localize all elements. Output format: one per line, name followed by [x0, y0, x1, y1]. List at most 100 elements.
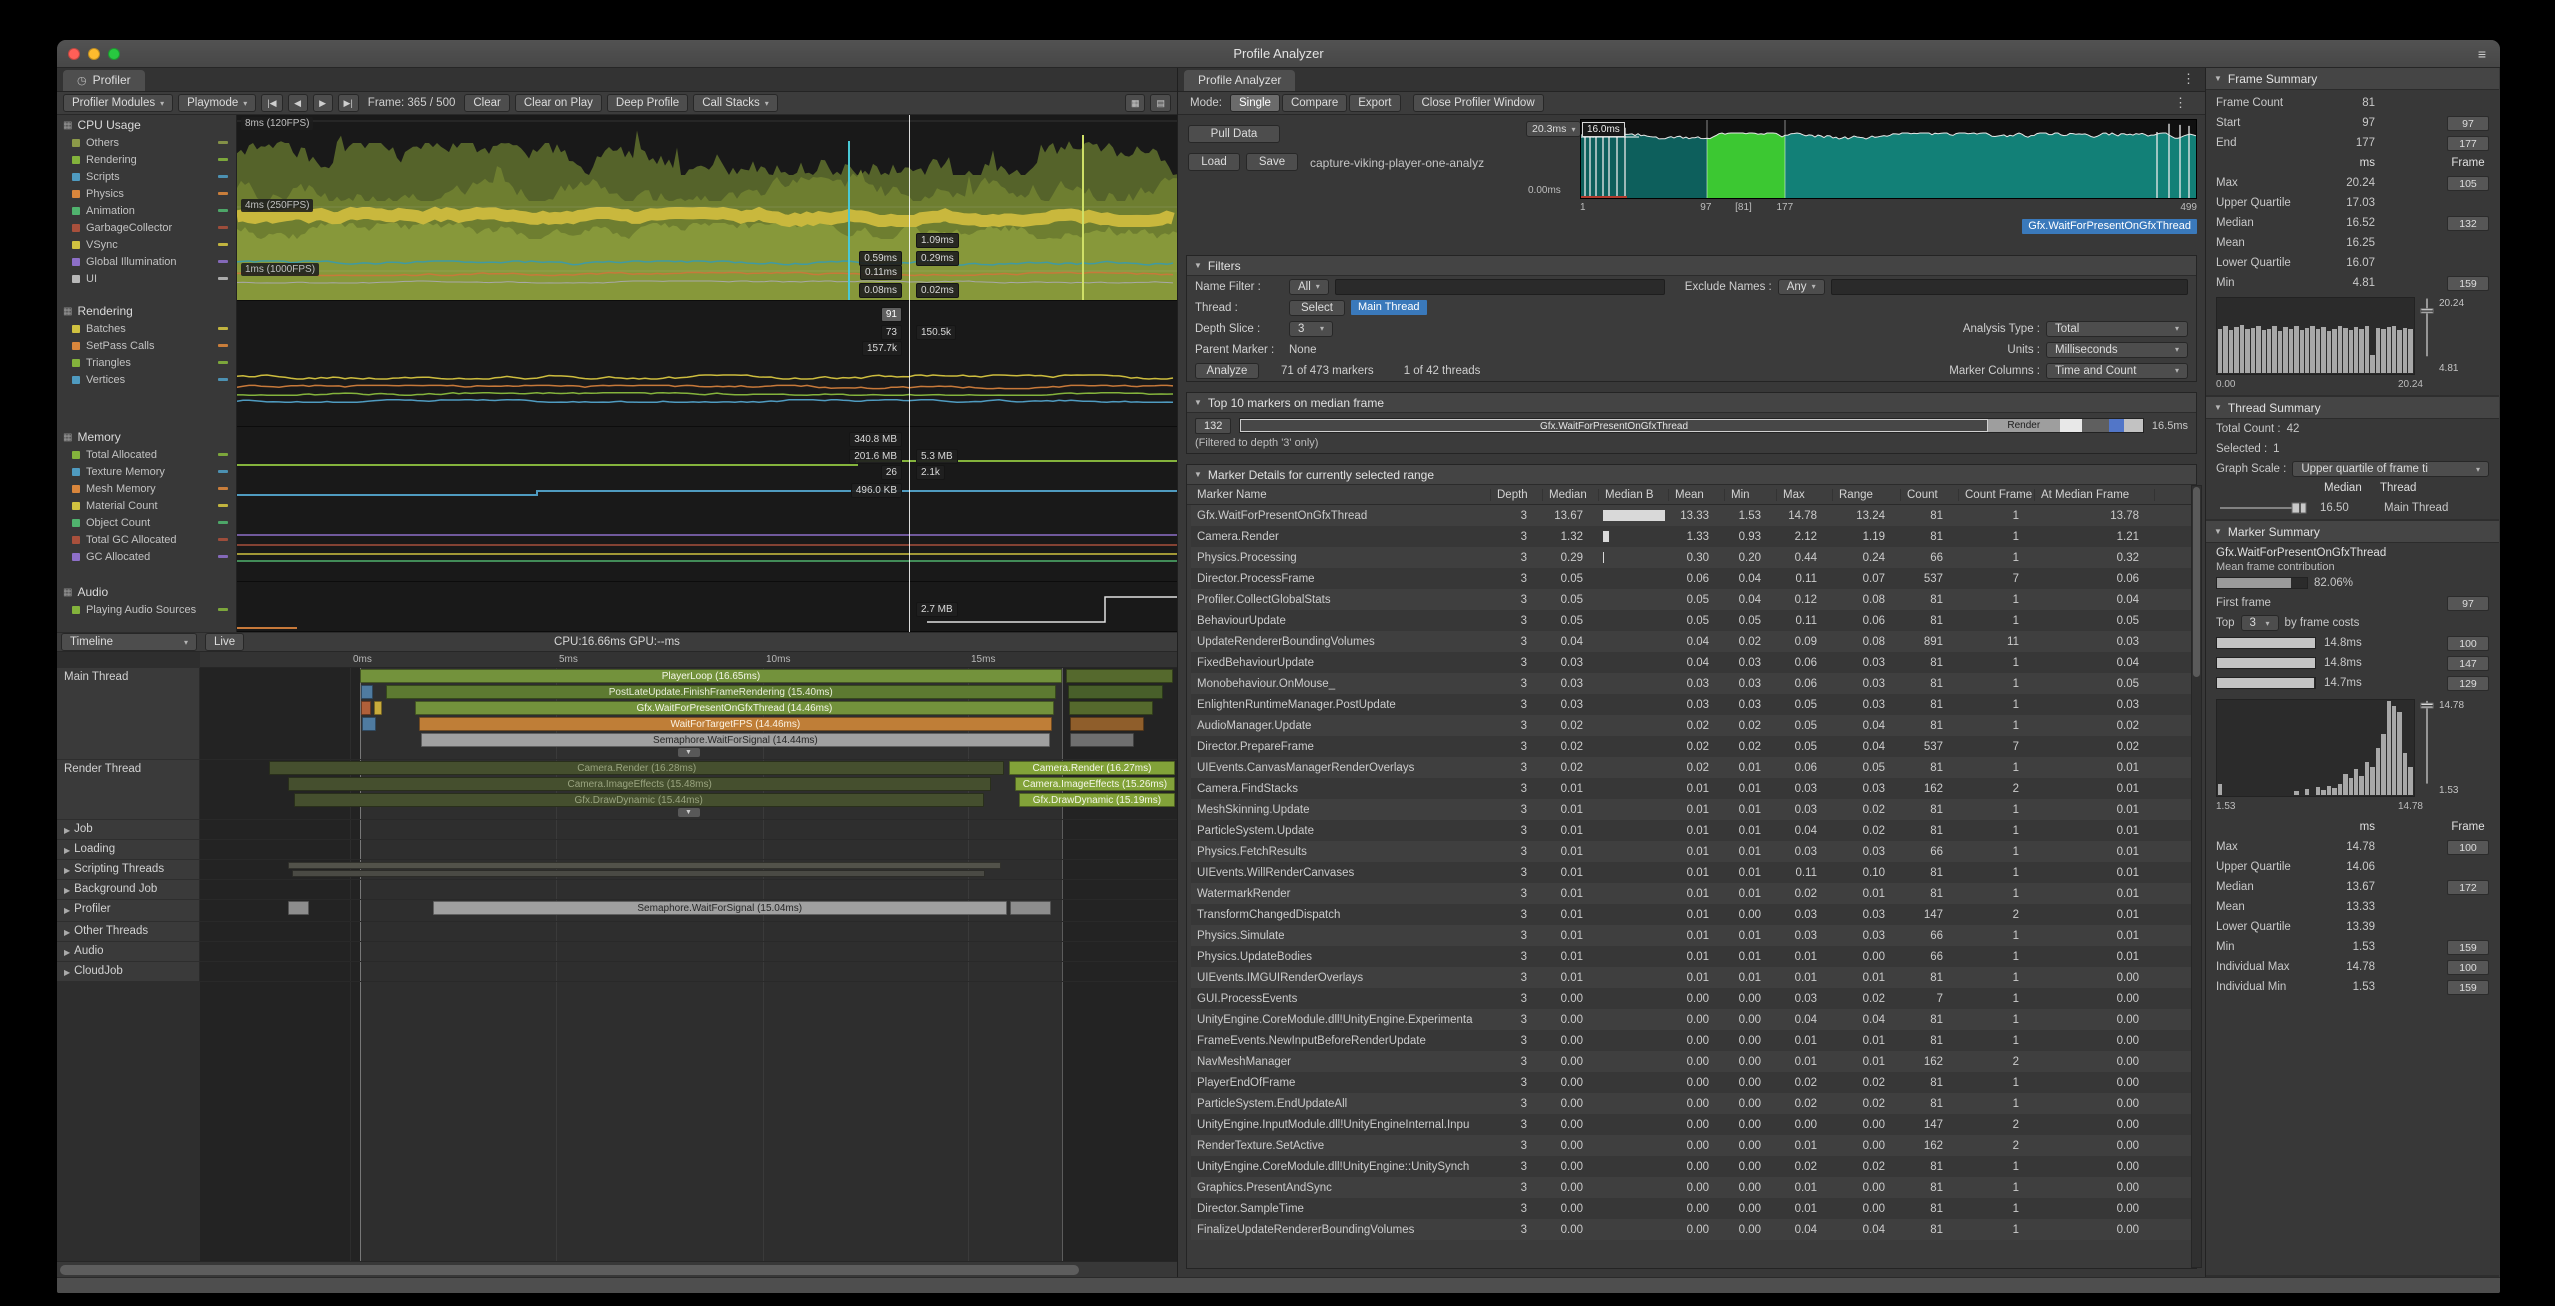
timeline-span[interactable]	[1066, 669, 1173, 683]
table-row[interactable]: PlayerEndOfFrame30.000.000.000.020.02811…	[1191, 1072, 2196, 1093]
clear-button[interactable]: Clear	[464, 94, 509, 112]
thread-name-scripting-threads[interactable]: ▶Scripting Threads	[57, 860, 200, 880]
playmode-dropdown[interactable]: Playmode ▾	[178, 94, 256, 112]
table-row[interactable]: NavMeshManager30.000.000.000.010.0116220…	[1191, 1051, 2196, 1072]
table-row[interactable]: TransformChangedDispatch30.010.010.000.0…	[1191, 904, 2196, 925]
legend-item-scripts[interactable]: Scripts	[57, 168, 236, 185]
legend-item-gc-allocated[interactable]: GC Allocated	[57, 548, 236, 565]
column-header-range[interactable]: Range	[1833, 489, 1901, 501]
legend-item-animation[interactable]: Animation	[57, 202, 236, 219]
legend-item-total-gc-allocated[interactable]: Total GC Allocated	[57, 531, 236, 548]
timeline-area[interactable]: 0ms5ms10ms15msMain ThreadPlayerLoop (16.…	[57, 652, 1177, 1261]
table-row[interactable]: UpdateRendererBoundingVolumes30.040.040.…	[1191, 631, 2196, 652]
top-marker-segment[interactable]	[2124, 419, 2143, 432]
column-header-at-median-frame[interactable]: At Median Frame	[2035, 489, 2155, 501]
thread-select-button[interactable]: Select	[1289, 300, 1345, 316]
top-marker-segment[interactable]	[2109, 419, 2124, 432]
thread-row[interactable]: 16.50 Main Thread	[2206, 497, 2499, 519]
legend-item-total-allocated[interactable]: Total Allocated	[57, 446, 236, 463]
column-header-median-b[interactable]: Median B	[1599, 489, 1669, 501]
legend-item-vsync[interactable]: VSync	[57, 236, 236, 253]
profiler-charts[interactable]: 8ms (120FPS)4ms (250FPS)1ms (1000FPS)1.0…	[237, 115, 1177, 632]
marker-columns-dropdown[interactable]: Time and Count ▾	[2046, 363, 2188, 379]
frame-jump-button[interactable]: 129	[2447, 676, 2489, 691]
table-row[interactable]: MeshSkinning.Update30.010.010.010.030.02…	[1191, 799, 2196, 820]
frame-jump-button[interactable]: 105	[2447, 176, 2489, 191]
deep-profile-toggle[interactable]: Deep Profile	[607, 94, 688, 112]
tab-profile-analyzer[interactable]: Profile Analyzer	[1184, 70, 1295, 91]
timeline-span[interactable]	[1010, 901, 1051, 915]
column-header-count[interactable]: Count	[1901, 489, 1959, 501]
mode-compare-button[interactable]: Compare	[1282, 94, 1347, 112]
vscrollbar-thumb[interactable]	[2193, 487, 2200, 677]
prev-frame-icon[interactable]: ◀	[288, 94, 308, 112]
close-profiler-window-button[interactable]: Close Profiler Window	[1413, 94, 1544, 112]
table-row[interactable]: Director.PrepareFrame30.020.020.020.050.…	[1191, 736, 2196, 757]
timeline-span[interactable]	[1068, 685, 1164, 699]
close-button[interactable]	[68, 48, 80, 60]
thread-name-background-job[interactable]: ▶Background Job	[57, 880, 200, 900]
clear-on-play-toggle[interactable]: Clear on Play	[515, 94, 602, 112]
frame-jump-button[interactable]: 97	[2447, 596, 2489, 611]
first-frame-icon[interactable]: |◀	[261, 94, 282, 112]
pull-data-button[interactable]: Pull Data	[1188, 125, 1280, 143]
live-toggle[interactable]: Live	[205, 633, 244, 651]
timeline-span[interactable]: Gfx.DrawDynamic (15.19ms)	[1019, 793, 1175, 807]
thread-name-loading[interactable]: ▶Loading	[57, 840, 200, 860]
thread-summary-header[interactable]: ▼ Thread Summary	[2206, 397, 2499, 419]
timeline-span[interactable]	[1069, 701, 1153, 715]
legend-item-rendering[interactable]: Rendering	[57, 151, 236, 168]
timeline-span[interactable]	[1070, 733, 1134, 747]
mode-export-button[interactable]: Export	[1349, 94, 1400, 112]
legend-item-triangles[interactable]: Triangles	[57, 354, 236, 371]
timeline-span[interactable]	[288, 901, 309, 915]
pane-menu-icon[interactable]: ⋮	[2172, 71, 2205, 91]
collapse-chip-icon[interactable]: ▼	[678, 808, 700, 817]
legend-item-global-illumination[interactable]: Global Illumination	[57, 253, 236, 270]
thread-name-other-threads[interactable]: ▶Other Threads	[57, 922, 200, 942]
table-row[interactable]: UnityEngine.InputModule.dll!UnityEngineI…	[1191, 1114, 2196, 1135]
depth-slice-dropdown[interactable]: 3 ▾	[1289, 321, 1333, 337]
frame-jump-button[interactable]: 159	[2447, 276, 2489, 291]
tab-profiler[interactable]: ◷ Profiler	[63, 70, 145, 91]
frame-jump-button[interactable]: 132	[2447, 216, 2489, 231]
marker-summary-header[interactable]: ▼ Marker Summary	[2206, 521, 2499, 543]
column-header-count-frame[interactable]: Count Frame	[1959, 489, 2035, 501]
timeline-span[interactable]: PlayerLoop (16.65ms)	[360, 669, 1061, 683]
legend-item-ui[interactable]: UI	[57, 270, 236, 287]
frame-jump-button[interactable]: 172	[2447, 880, 2489, 895]
table-row[interactable]: WatermarkRender30.010.010.010.020.018110…	[1191, 883, 2196, 904]
timeline-span[interactable]: Camera.ImageEffects (15.48ms)	[288, 777, 991, 791]
legend-item-playing-audio-sources[interactable]: Playing Audio Sources	[57, 601, 236, 618]
next-frame-icon[interactable]: ▶	[313, 94, 333, 112]
timeline-span[interactable]	[374, 701, 382, 715]
top-marker-segment[interactable]	[2082, 419, 2109, 432]
timeline-span[interactable]: Semaphore.WaitForSignal (14.44ms)	[421, 733, 1050, 747]
last-frame-icon[interactable]: ▶|	[338, 94, 359, 112]
table-row[interactable]: Gfx.WaitForPresentOnGfxThread313.6713.33…	[1191, 505, 2196, 526]
marker-details-header[interactable]: ▼ Marker Details for currently selected …	[1187, 465, 2196, 485]
thread-name-main-thread[interactable]: Main Thread	[57, 668, 200, 760]
table-row[interactable]: Physics.Simulate30.010.010.010.030.03661…	[1191, 925, 2196, 946]
legend-item-batches[interactable]: Batches	[57, 320, 236, 337]
legend-item-mesh-memory[interactable]: Mesh Memory	[57, 480, 236, 497]
load-button[interactable]: Load	[1188, 153, 1240, 171]
table-row[interactable]: BehaviourUpdate30.050.050.050.110.068110…	[1191, 610, 2196, 631]
frame-jump-button[interactable]: 159	[2447, 980, 2489, 995]
frame-jump-button[interactable]: 100	[2447, 636, 2489, 651]
legend-item-object-count[interactable]: Object Count	[57, 514, 236, 531]
table-row[interactable]: FrameEvents.NewInputBeforeRenderUpdate30…	[1191, 1030, 2196, 1051]
frame-summary-header[interactable]: ▼ Frame Summary	[2206, 68, 2499, 90]
table-row[interactable]: UIEvents.CanvasManagerRenderOverlays30.0…	[1191, 757, 2196, 778]
table-row[interactable]: Physics.FetchResults30.010.010.010.030.0…	[1191, 841, 2196, 862]
chart-playhead[interactable]	[909, 115, 910, 632]
table-row[interactable]: UIEvents.WillRenderCanvases30.010.010.01…	[1191, 862, 2196, 883]
legend-item-others[interactable]: Others	[57, 134, 236, 151]
table-row[interactable]: FixedBehaviourUpdate30.030.040.030.060.0…	[1191, 652, 2196, 673]
column-header-max[interactable]: Max	[1777, 489, 1833, 501]
table-row[interactable]: ParticleSystem.Update30.010.010.010.040.…	[1191, 820, 2196, 841]
legend-item-garbagecollector[interactable]: GarbageCollector	[57, 219, 236, 236]
timeline-span[interactable]: PostLateUpdate.FinishFrameRendering (15.…	[386, 685, 1056, 699]
range-scale-dropdown[interactable]: 20.3ms ▾	[1526, 121, 1581, 137]
analysis-type-dropdown[interactable]: Total ▾	[2046, 321, 2188, 337]
